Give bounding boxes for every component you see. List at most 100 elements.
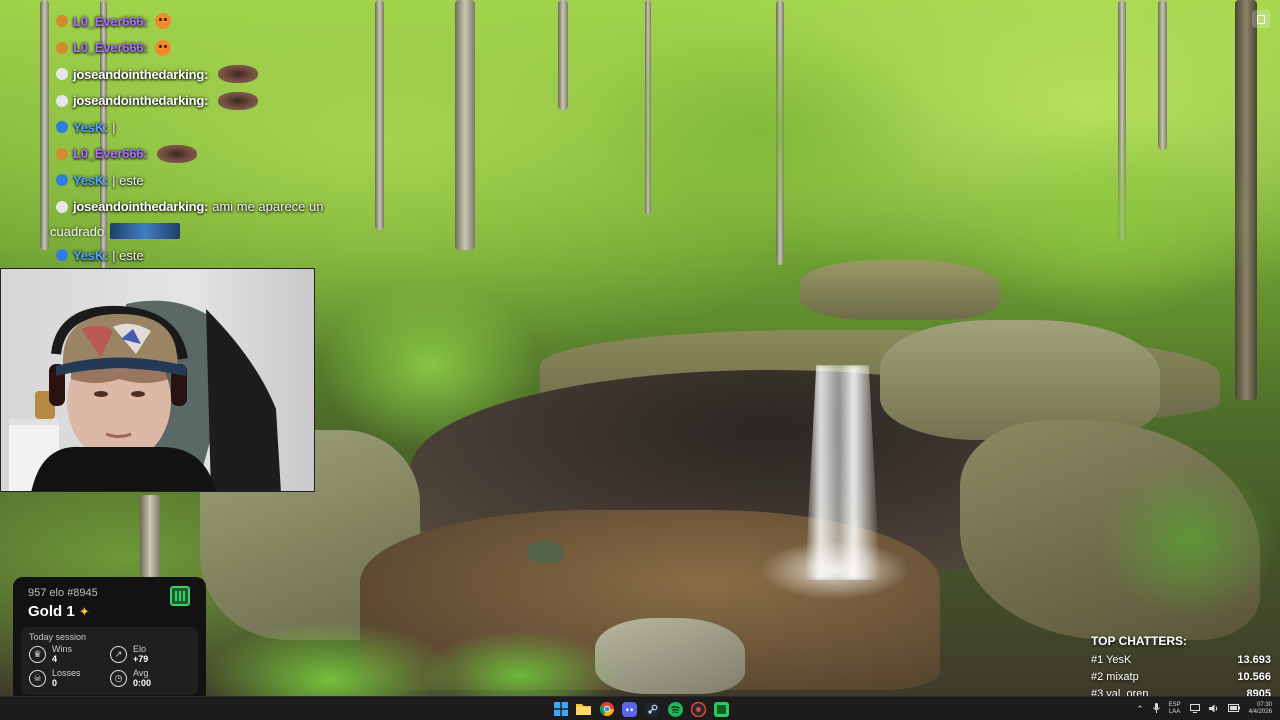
top-chatters-title: TOP CHATTERS: <box>1091 634 1188 648</box>
tree-trunk <box>40 0 49 250</box>
emote-icon <box>155 39 172 56</box>
steam-icon[interactable] <box>644 701 661 718</box>
elo-line: 957 elo #8945 <box>28 587 98 599</box>
volume-icon[interactable] <box>1208 704 1219 715</box>
rock <box>800 260 1000 320</box>
foliage <box>580 20 940 240</box>
elo-value: +79 <box>133 654 149 664</box>
foliage <box>1100 460 1280 620</box>
tree-trunk <box>558 0 568 110</box>
top-chatter-name: #2 mixatp <box>1091 671 1139 683</box>
chat-username[interactable]: YesK: <box>73 248 108 263</box>
wins-value: 4 <box>52 654 58 664</box>
discord-icon[interactable] <box>621 701 638 718</box>
game-logo-icon <box>170 586 190 606</box>
chat-message: YesK: | <box>56 114 366 141</box>
clock-date: 4/4/2026 <box>1248 709 1272 715</box>
losses-stat: ☠ Losses 0 <box>29 668 81 689</box>
tree-trunk <box>455 0 475 250</box>
chat-message: joseandointhedarking: <box>56 61 366 88</box>
pebble <box>527 541 563 563</box>
rank-card: 957 elo #8945 Gold 1 ✦ Today session ♛ W… <box>13 577 206 703</box>
emote-icon <box>218 91 259 110</box>
chat-message-text: | este <box>112 247 144 263</box>
green-app-icon[interactable] <box>713 701 730 718</box>
chat-message: YesK: | este <box>56 167 366 194</box>
windows-start-icon[interactable] <box>552 701 569 718</box>
chat-lines: L0_Ever666: L0_Ever666: joseandointhedarki… <box>50 8 366 269</box>
windows-taskbar: ⌃ ESP LAA 07:30 4/4/2026 <box>0 696 1280 720</box>
avg-stat: ◷ Avg 0:00 <box>110 668 151 689</box>
chat-badge-icon <box>56 200 68 213</box>
today-session-panel: Today session ♛ Wins 4 ↗ Elo +79 ☠ Losses 0… <box>21 627 198 695</box>
overlay-toggle-icon[interactable] <box>1252 10 1270 28</box>
session-title: Today session <box>29 632 87 642</box>
chat-message: joseandointhedarking: <box>56 88 366 115</box>
spotify-icon[interactable] <box>667 701 684 718</box>
language-code: ESP <box>1168 702 1181 708</box>
chat-badge-icon <box>56 15 68 28</box>
taskbar-apps <box>552 697 730 720</box>
chat-username[interactable]: L0_Ever666: <box>73 146 148 161</box>
monitor-icon[interactable] <box>1189 703 1200 715</box>
chat-badge-icon <box>56 41 68 54</box>
losses-value: 0 <box>52 678 58 688</box>
emote-icon <box>157 144 198 163</box>
chat-message: L0_Ever666: <box>56 141 366 168</box>
wins-stat: ♛ Wins 4 <box>29 644 72 665</box>
elo-label: Elo <box>133 644 147 654</box>
sparkle-icon: ✦ <box>78 604 90 619</box>
top-chatter-row: #1 YesK 13.693 <box>1091 654 1271 671</box>
chat-message: joseandointhedarking: ami me aparece un <box>56 194 366 221</box>
top-chatter-count: 13.693 <box>1237 654 1271 666</box>
stream-chat-overlay: L0_Ever666: L0_Ever666: joseandointhedarki… <box>50 8 366 269</box>
chat-username[interactable]: joseandointhedarking: <box>73 199 208 214</box>
chat-badge-icon <box>56 147 68 160</box>
chart-icon: ↗ <box>110 646 127 663</box>
chrome-icon[interactable] <box>598 701 615 718</box>
chat-username[interactable]: joseandointhedarking: <box>73 93 208 108</box>
chevron-up-icon[interactable]: ⌃ <box>1136 704 1144 715</box>
emote-icon <box>110 223 181 239</box>
avg-label: Avg <box>133 668 149 678</box>
clock[interactable]: 07:30 4/4/2026 <box>1249 702 1272 716</box>
chat-message-continuation: cuadrado <box>50 220 366 242</box>
skull-icon: ☠ <box>29 670 46 687</box>
waterfall-mist <box>760 540 910 600</box>
chat-message: YesK: | este <box>56 242 366 269</box>
chat-username[interactable]: L0_Ever666: <box>73 40 148 55</box>
top-chatter-row: #2 mixatp 10.566 <box>1091 671 1271 688</box>
chat-message: L0_Ever666: <box>56 35 366 62</box>
top-chatter-name: #1 YesK <box>1091 654 1132 666</box>
chat-username[interactable]: YesK: <box>73 173 108 188</box>
microphone-icon[interactable] <box>1152 703 1160 715</box>
wins-label: Wins <box>52 644 72 654</box>
keyboard-layout: LAA <box>1168 709 1181 715</box>
timer-icon: ◷ <box>110 670 127 687</box>
tree-trunk <box>375 0 384 230</box>
file-explorer-icon[interactable] <box>575 701 592 718</box>
tree-trunk <box>140 495 160 585</box>
chat-badge-icon <box>56 68 68 81</box>
chat-badge-icon <box>56 174 68 187</box>
emote-icon <box>155 13 172 30</box>
red-app-icon[interactable] <box>690 701 707 718</box>
chat-message: L0_Ever666: <box>56 8 366 35</box>
input-language[interactable]: ESP LAA <box>1169 702 1181 716</box>
top-chatters-panel: TOP CHATTERS: #1 YesK 13.693 #2 mixatp 1… <box>1091 634 1271 705</box>
clock-time: 07:30 <box>1256 702 1272 708</box>
webcam-person <box>9 300 281 491</box>
top-chatter-count: 10.566 <box>1237 671 1271 683</box>
chat-message-text: | <box>112 119 116 135</box>
system-tray: ⌃ ESP LAA 07:30 4/4/2026 <box>1136 697 1272 720</box>
chat-message-text: cuadrado <box>50 223 105 239</box>
chat-badge-icon <box>56 249 68 262</box>
chat-badge-icon <box>56 121 68 134</box>
webcam-feed <box>0 268 315 492</box>
chat-badge-icon <box>56 94 68 107</box>
chat-username[interactable]: L0_Ever666: <box>73 14 148 29</box>
foliage <box>960 120 1260 320</box>
battery-icon[interactable] <box>1227 704 1240 714</box>
chat-username[interactable]: joseandointhedarking: <box>73 67 208 82</box>
chat-username[interactable]: YesK: <box>73 120 108 135</box>
